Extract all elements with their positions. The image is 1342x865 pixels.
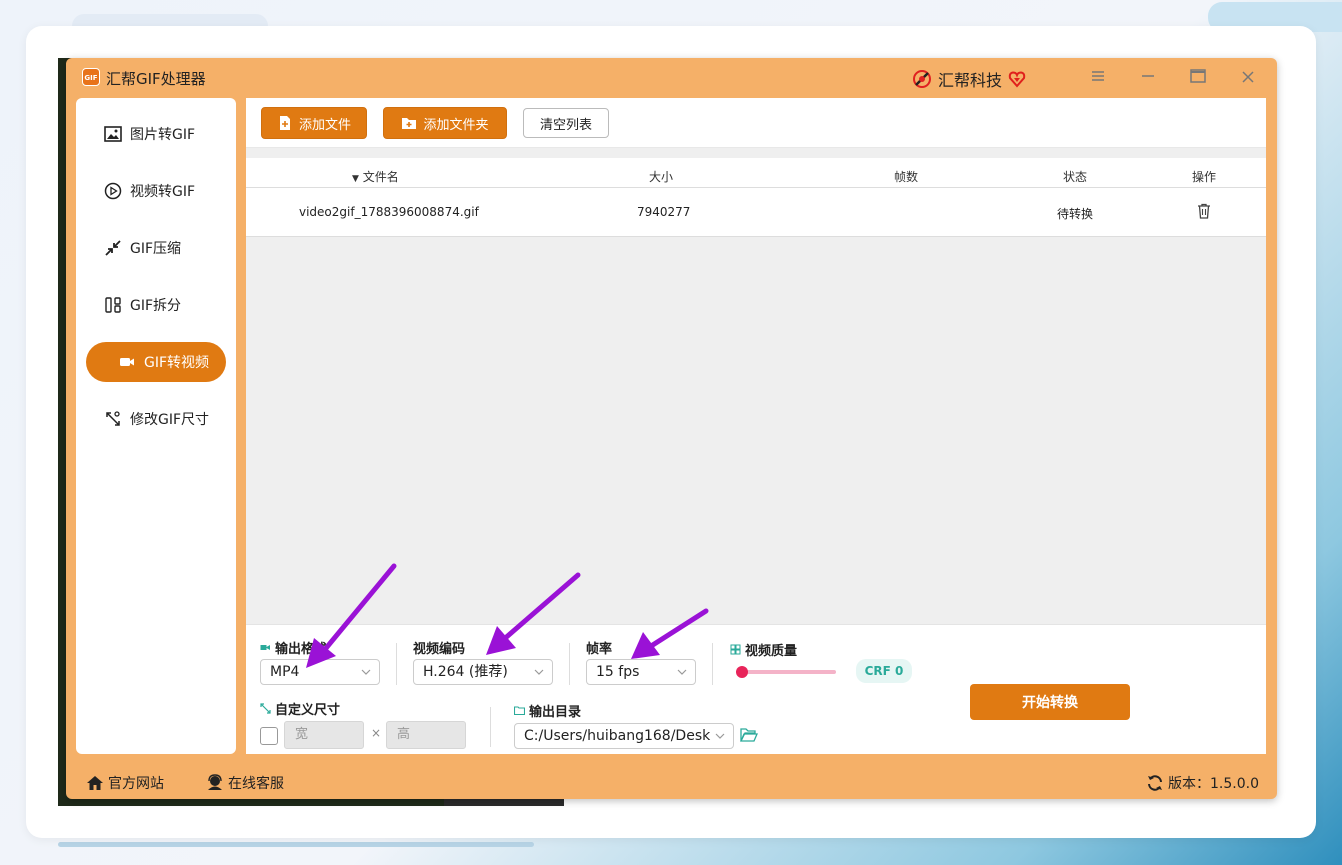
sidebar-item-gif-compress[interactable]: GIF压缩	[86, 228, 226, 268]
table-row[interactable]: video2gif_1788396008874.gif 7940277 待转换	[246, 188, 1266, 237]
video-camera-icon	[120, 358, 134, 366]
main-panel: 添加文件 添加文件夹 清空列表 ▼ 文件名 大小 帧数 状态 操作 video2…	[246, 98, 1266, 754]
quality-slider-track[interactable]	[740, 670, 836, 674]
maximize-icon[interactable]	[1186, 66, 1210, 90]
brand: 汇帮科技	[912, 67, 1026, 91]
add-file-icon	[279, 116, 290, 130]
frame-rate-select[interactable]: 15 fps	[586, 659, 696, 685]
custom-size-checkbox[interactable]	[260, 727, 278, 745]
sidebar-item-image-to-gif[interactable]: 图片转GIF	[86, 114, 226, 154]
background-line	[58, 842, 534, 847]
close-icon[interactable]	[1236, 66, 1260, 90]
split-grid-icon	[105, 297, 121, 313]
sidebar-item-label: 图片转GIF	[130, 127, 196, 143]
chevron-down-icon	[715, 733, 725, 739]
file-size-cell: 7940277	[637, 205, 691, 219]
app-window: GIF 汇帮GIF处理器 汇帮科技 图片转GIF 视频转GIF GIF压缩 GI…	[66, 58, 1277, 799]
add-file-label: 添加文件	[298, 117, 351, 133]
video-quality-label: 视频质量	[730, 640, 797, 659]
add-folder-label: 添加文件夹	[423, 117, 489, 133]
sidebar-item-video-to-gif[interactable]: 视频转GIF	[86, 171, 226, 211]
sidebar: 图片转GIF 视频转GIF GIF压缩 GIF拆分 GIF转视频 修改GIF尺寸	[76, 98, 236, 754]
image-icon	[104, 126, 122, 142]
resize-icon	[106, 411, 120, 426]
status-cell: 待转换	[1057, 207, 1094, 221]
minimize-icon[interactable]	[1136, 66, 1160, 90]
headset-icon	[208, 774, 222, 790]
official-website-link[interactable]: 官方网站	[86, 773, 164, 793]
quality-slider-handle[interactable]	[736, 666, 748, 678]
file-name-cell: video2gif_1788396008874.gif	[299, 205, 479, 219]
sidebar-item-gif-split[interactable]: GIF拆分	[86, 285, 226, 325]
clear-list-button[interactable]: 清空列表	[523, 108, 609, 138]
video-icon	[260, 645, 270, 650]
heart-icon	[1008, 71, 1026, 88]
column-header-action: 操作	[1192, 170, 1217, 184]
divider	[569, 643, 570, 685]
column-header-status: 状态	[1063, 170, 1088, 184]
sidebar-item-label: GIF压缩	[130, 241, 182, 257]
start-convert-button[interactable]: 开始转换	[970, 684, 1130, 720]
folder-icon	[514, 706, 525, 716]
divider	[490, 707, 491, 747]
divider	[712, 643, 713, 685]
table-header: ▼ 文件名 大小 帧数 状态 操作	[246, 158, 1266, 188]
output-format-label: 输出格式	[260, 638, 327, 657]
home-icon	[87, 776, 103, 790]
divider	[396, 643, 397, 685]
chevron-down-icon	[361, 669, 371, 675]
sidebar-item-label: GIF拆分	[130, 298, 182, 314]
video-codec-select[interactable]: H.264 (推荐)	[413, 659, 553, 685]
delete-icon[interactable]	[1197, 203, 1211, 222]
crf-value-badge: CRF 0	[856, 659, 912, 683]
height-input[interactable]: 高	[386, 721, 466, 749]
custom-size-label: 自定义尺寸	[260, 699, 340, 718]
sidebar-item-label: 视频转GIF	[130, 184, 196, 200]
online-support-link[interactable]: 在线客服	[206, 773, 284, 793]
video-codec-label: 视频编码	[413, 642, 466, 657]
output-dir-label: 输出目录	[514, 701, 581, 720]
refresh-icon	[1148, 775, 1162, 791]
output-dir-select[interactable]: C:/Users/huibang168/Desk	[514, 723, 734, 749]
add-folder-button[interactable]: 添加文件夹	[383, 107, 507, 139]
size-separator: ×	[371, 726, 382, 740]
sidebar-item-resize-gif[interactable]: 修改GIF尺寸	[86, 399, 226, 439]
add-file-button[interactable]: 添加文件	[261, 107, 367, 139]
menu-icon[interactable]	[1086, 66, 1110, 90]
brand-name: 汇帮科技	[938, 71, 1003, 90]
brand-logo-icon	[913, 70, 931, 88]
grid-icon	[730, 644, 741, 655]
title-bar: GIF 汇帮GIF处理器 汇帮科技	[66, 58, 1277, 98]
play-circle-icon	[104, 182, 122, 200]
version-info[interactable]: 版本：1.5.0.0	[1146, 773, 1259, 793]
compress-arrows-icon	[105, 240, 121, 256]
resize-icon	[260, 703, 271, 714]
footer: 官方网站 在线客服 版本：1.5.0.0	[66, 764, 1277, 799]
column-header-frames: 帧数	[894, 170, 919, 184]
column-header-size: 大小	[649, 170, 674, 184]
sidebar-item-label: GIF转视频	[144, 355, 210, 371]
sidebar-item-label: 修改GIF尺寸	[130, 412, 210, 428]
sidebar-item-gif-to-video[interactable]: GIF转视频	[86, 342, 226, 382]
frame-rate-label: 帧率	[586, 642, 613, 657]
chevron-down-icon	[677, 669, 687, 675]
browse-folder-icon[interactable]	[740, 727, 758, 743]
settings-panel: 输出格式 MP4 视频编码 H.264 (推荐) 帧率 15 fps 视频质量 …	[246, 624, 1266, 754]
toolbar: 添加文件 添加文件夹 清空列表	[246, 98, 1266, 148]
width-input[interactable]: 宽	[284, 721, 364, 749]
sort-down-icon: ▼	[352, 174, 359, 184]
app-logo: GIF	[82, 68, 100, 86]
chevron-down-icon	[534, 669, 544, 675]
app-title: 汇帮GIF处理器	[106, 70, 206, 88]
add-folder-icon	[402, 118, 417, 129]
column-header-name[interactable]: ▼ 文件名	[352, 168, 399, 185]
output-format-select[interactable]: MP4	[260, 659, 380, 685]
